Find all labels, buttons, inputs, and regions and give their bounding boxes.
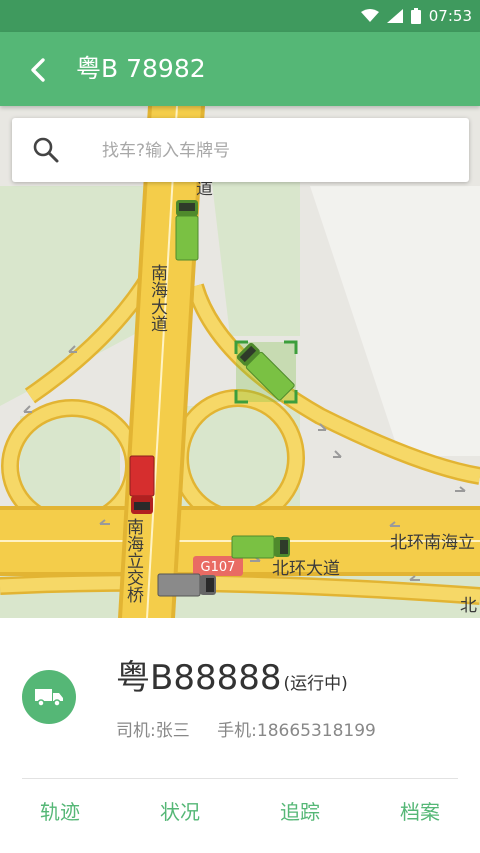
plate-line: 粤B88888 (运行中) bbox=[116, 650, 348, 699]
phone-number[interactable]: 18665318199 bbox=[257, 721, 376, 741]
status-icons: 07:53 bbox=[360, 0, 472, 32]
road-label-nanhai-avenue: 南海大道 bbox=[147, 264, 168, 332]
vehicle-green-1[interactable] bbox=[175, 200, 199, 261]
vehicle-red[interactable] bbox=[129, 455, 155, 514]
driver-name: 张三 bbox=[155, 721, 190, 741]
vehicle-green-selected[interactable] bbox=[234, 340, 298, 404]
search-bar[interactable] bbox=[12, 118, 469, 182]
vehicle-green-2[interactable] bbox=[231, 535, 290, 559]
wifi-icon bbox=[360, 9, 379, 22]
action-bar: 轨迹 状况 追踪 档案 bbox=[0, 796, 480, 826]
highway-shield-label: G107 bbox=[201, 560, 236, 575]
vehicle-info-panel: 粤B88888 (运行中) 司机:张三 手机:18665318199 轨迹 状况… bbox=[0, 618, 480, 853]
map-view[interactable]: G107 道 北环南海立 北环大道 北 南海大道 南海立交桥 bbox=[0, 106, 480, 618]
status-time: 07:53 bbox=[428, 7, 472, 25]
trace-button[interactable]: 追踪 bbox=[240, 796, 360, 825]
cellular-signal-icon bbox=[386, 9, 403, 23]
archive-button[interactable]: 档案 bbox=[360, 796, 480, 825]
road-label-nanhai-overpass: 南海立交桥 bbox=[123, 518, 144, 603]
search-input[interactable] bbox=[100, 132, 454, 170]
page-title: 粤B 78982 bbox=[76, 54, 206, 83]
vehicle-gray[interactable] bbox=[157, 573, 216, 597]
road-label-right-fragment: 北 bbox=[460, 596, 477, 616]
vehicle-plate: 粤B88888 bbox=[116, 658, 282, 698]
divider bbox=[22, 778, 458, 779]
phone-field[interactable]: 手机:18665318199 bbox=[217, 721, 376, 741]
vehicle-status: (运行中) bbox=[283, 674, 348, 694]
road-label-beihuan-south: 北环南海立 bbox=[390, 533, 475, 553]
back-button[interactable] bbox=[18, 50, 58, 90]
road-label-beihuan-avenue: 北环大道 bbox=[272, 559, 340, 579]
truck-avatar bbox=[22, 670, 76, 724]
condition-button[interactable]: 状况 bbox=[120, 796, 240, 825]
app-bar: 粤B 78982 bbox=[0, 32, 480, 106]
search-icon[interactable] bbox=[32, 136, 60, 164]
driver-label: 司机: bbox=[116, 721, 156, 741]
highway-shield: G107 bbox=[193, 556, 243, 576]
truck-icon bbox=[35, 689, 63, 707]
battery-icon bbox=[410, 8, 421, 24]
driver-info: 司机:张三 手机:18665318199 bbox=[116, 716, 398, 741]
chevron-left-icon bbox=[31, 58, 45, 82]
map-canvas[interactable]: G107 道 北环南海立 北环大道 北 南海大道 南海立交桥 bbox=[0, 106, 480, 618]
track-button[interactable]: 轨迹 bbox=[0, 796, 120, 825]
road-label-fragment: 道 bbox=[196, 179, 213, 199]
phone-label: 手机: bbox=[217, 721, 257, 741]
driver-field: 司机:张三 bbox=[116, 721, 190, 741]
status-bar: 07:53 bbox=[0, 0, 480, 32]
